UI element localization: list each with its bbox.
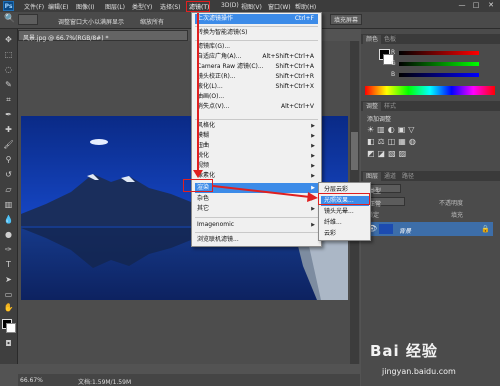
annotation-arrows bbox=[193, 13, 318, 202]
baidu-jingyan-watermark: Bai 经验 jingyan.baidu.com bbox=[370, 340, 495, 384]
annotation-arrow-right bbox=[212, 185, 311, 198]
watermark-brand: Bai 经验 bbox=[370, 342, 438, 360]
annotation-arrowhead-down bbox=[193, 170, 203, 178]
annotation-arrowhead-right bbox=[307, 192, 318, 202]
watermark-url: jingyan.baidu.com bbox=[382, 367, 456, 376]
